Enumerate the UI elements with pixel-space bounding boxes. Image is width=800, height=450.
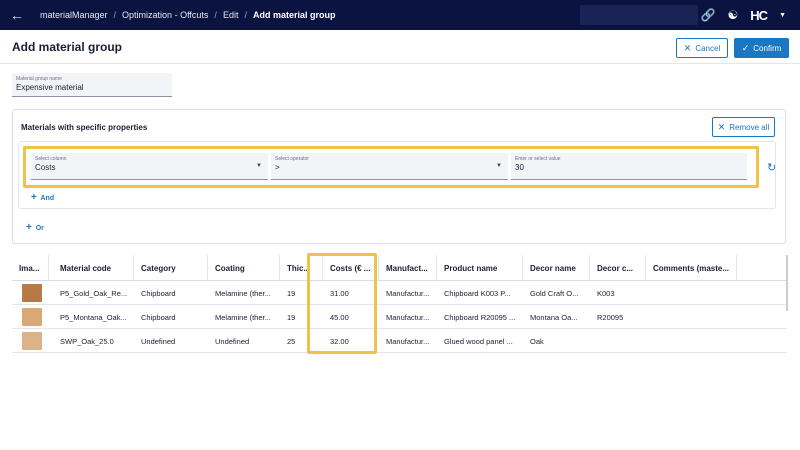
cell-material-code: SWP_Oak_25.0 (60, 336, 114, 346)
material-group-name-label: Material group name (16, 76, 62, 82)
column-header-decor-name[interactable]: Decor name (523, 255, 590, 281)
cell-decor-code (590, 329, 646, 353)
table-row[interactable]: P5_Montana_Oak... Chipboard Melamine (th… (12, 305, 787, 329)
cell-costs: 45.00 (330, 312, 349, 322)
cell-category: Chipboard (141, 312, 176, 322)
column-header-image[interactable]: Ima... (12, 255, 49, 281)
confirm-button[interactable]: ✓ Confirm (734, 38, 789, 58)
cell-costs: 31.00 (330, 288, 349, 298)
column-header-category[interactable]: Category (134, 255, 208, 281)
cell-costs: 32.00 (330, 336, 349, 346)
material-thumbnail (22, 308, 42, 326)
cell-decor-name: Gold Craft O... (530, 288, 579, 298)
cell-material-code: P5_Montana_Oak... (60, 312, 127, 322)
and-label: And (40, 195, 55, 202)
cell-thickness: 25 (287, 336, 296, 346)
column-header-thickness[interactable]: Thic... (280, 255, 323, 281)
breadcrumb-item-optimization[interactable]: Optimization - Offcuts (122, 10, 208, 20)
column-header-manufacturer[interactable]: Manufact... (379, 255, 437, 281)
cell-manufacturer: Manufactur... (386, 288, 430, 298)
remove-all-button[interactable]: ✕ Remove all (712, 117, 775, 137)
column-header-coating[interactable]: Coating (208, 255, 280, 281)
cell-product-name: Chipboard K003 P... (444, 288, 511, 298)
top-search-field[interactable] (580, 5, 698, 25)
plus-icon: + (31, 192, 37, 203)
back-arrow-icon[interactable]: ← (10, 7, 32, 23)
cancel-button[interactable]: ✕ Cancel (676, 38, 728, 58)
select-operator-value: > (275, 163, 280, 172)
chevron-down-icon: ▼ (256, 163, 262, 169)
select-column-value: Costs (35, 163, 56, 172)
cell-decor-name: Oak (530, 336, 544, 346)
close-icon: ✕ (683, 42, 692, 53)
condition-row: Select column Costs ▼ Select operator > … (23, 146, 759, 188)
cell-manufacturer: Manufactur... (386, 312, 430, 322)
cell-product-name: Chipboard R20095 ... (444, 312, 516, 322)
cell-decor-code: K003 (597, 288, 615, 298)
page-title: Add material group (12, 40, 123, 54)
confirm-label: Confirm (753, 43, 782, 53)
material-thumbnail (22, 284, 42, 302)
select-operator-dropdown[interactable]: Select operator > ▼ (271, 153, 508, 180)
chevron-down-icon: ▼ (496, 163, 502, 169)
material-group-name-field[interactable]: Material group name Expensive material (12, 73, 172, 97)
cell-thickness: 19 (287, 288, 296, 298)
condition-value-label: Enter or select value (515, 156, 561, 162)
check-icon: ✓ (741, 42, 750, 53)
headset-icon[interactable]: ☯ (728, 8, 739, 22)
breadcrumb: materialManager / Optimization - Offcuts… (40, 10, 336, 20)
column-header-decor-code[interactable]: Decor c... (590, 255, 646, 281)
vertical-scrollbar[interactable] (786, 255, 788, 311)
cell-decor-code: R20095 (597, 312, 624, 322)
materials-table: Ima... Material code Category Coating Th… (12, 255, 787, 353)
column-header-product-name[interactable]: Product name (437, 255, 523, 281)
cancel-label: Cancel (695, 43, 721, 53)
table-row[interactable]: P5_Gold_Oak_Re... Chipboard Melamine (th… (12, 281, 787, 305)
breadcrumb-item-current: Add material group (252, 10, 336, 20)
column-header-comments[interactable]: Comments (maste... (646, 255, 737, 281)
select-column-dropdown[interactable]: Select column Costs ▼ (31, 153, 268, 180)
cell-product-name: Glued wood panel ... (444, 336, 513, 346)
cell-category: Undefined (141, 336, 176, 346)
panel-title: Materials with specific properties (21, 123, 148, 132)
cell-manufacturer: Manufactur... (386, 336, 430, 346)
brand-logo[interactable]: HC (750, 8, 768, 23)
cell-thickness: 19 (287, 312, 296, 322)
refresh-icon[interactable]: ↻ (767, 161, 776, 174)
cell-decor-name: Montana Oa... (530, 312, 578, 322)
table-row[interactable]: SWP_Oak_25.0 Undefined Undefined 25 32.0… (12, 329, 787, 353)
close-icon: ✕ (717, 121, 726, 132)
link-icon[interactable]: 🔗 (701, 8, 716, 22)
select-operator-label: Select operator (275, 156, 309, 162)
add-or-condition-button[interactable]: + Or (26, 222, 44, 233)
add-and-condition-button[interactable]: + And (31, 192, 54, 203)
top-bar: ← materialManager / Optimization - Offcu… (0, 0, 800, 30)
cell-coating: Undefined (215, 336, 250, 346)
material-thumbnail (22, 332, 42, 350)
cell-coating: Melamine (ther... (215, 312, 271, 322)
column-header-costs[interactable]: Costs (€ ... (323, 255, 379, 281)
condition-value-value: 30 (515, 163, 524, 172)
remove-all-label: Remove all (729, 122, 770, 132)
table-header: Ima... Material code Category Coating Th… (12, 255, 787, 281)
breadcrumb-item-app[interactable]: materialManager (40, 10, 108, 20)
plus-icon: + (26, 222, 32, 233)
cell-category: Chipboard (141, 288, 176, 298)
material-group-name-value: Expensive material (16, 83, 84, 92)
column-header-material-code[interactable]: Material code (53, 255, 134, 281)
condition-value-input[interactable]: Enter or select value 30 (511, 153, 747, 180)
cell-coating: Melamine (ther... (215, 288, 271, 298)
chevron-down-icon[interactable]: ▼ (779, 12, 786, 19)
select-column-label: Select column (35, 156, 67, 162)
page-header: Add material group ✕ Cancel ✓ Confirm (0, 30, 800, 64)
cell-material-code: P5_Gold_Oak_Re... (60, 288, 128, 298)
specific-properties-panel: Materials with specific properties ✕ Rem… (12, 109, 786, 244)
or-label: Or (35, 225, 44, 232)
breadcrumb-item-edit[interactable]: Edit (223, 10, 239, 20)
